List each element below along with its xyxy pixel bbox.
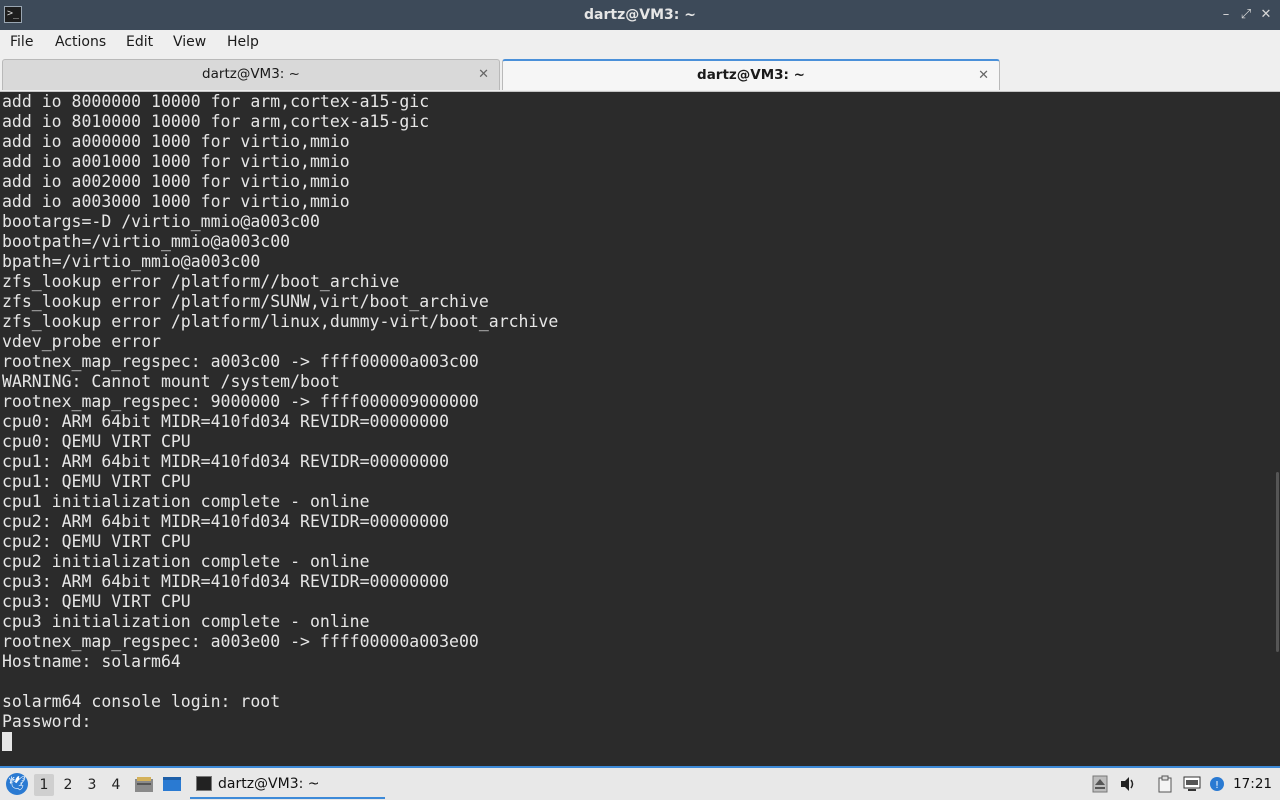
file-manager-icon[interactable] xyxy=(134,774,154,794)
menu-view[interactable]: View xyxy=(173,30,206,57)
terminal-line: add io 8010000 10000 for arm,cortex-a15-… xyxy=(2,112,430,131)
clipboard-icon[interactable] xyxy=(1156,775,1174,793)
menu-bar: File Actions Edit View Help xyxy=(0,30,1280,57)
start-menu-icon[interactable]: 🕊 xyxy=(6,773,28,795)
terminal-line: Hostname: solarm64 xyxy=(2,652,181,671)
window-title: dartz@VM3: ~ xyxy=(584,7,696,23)
terminal-line: cpu1 initialization complete - online xyxy=(2,492,370,511)
terminal-line: zfs_lookup error /platform/SUNW,virt/boo… xyxy=(2,292,489,311)
terminal-line: bootpath=/virtio_mmio@a003c00 xyxy=(2,232,291,251)
terminal-line: bpath=/virtio_mmio@a003c00 xyxy=(2,252,261,271)
terminal-task-icon xyxy=(196,776,212,791)
terminal-line: rootnex_map_regspec: a003c00 -> ffff0000… xyxy=(2,352,479,371)
menu-file[interactable]: File xyxy=(10,30,33,57)
terminal-line: bootargs=-D /virtio_mmio@a003c00 xyxy=(2,212,320,231)
menu-actions[interactable]: Actions xyxy=(55,30,106,57)
tab-close-icon[interactable]: ✕ xyxy=(478,60,489,89)
workspace-1[interactable]: 1 xyxy=(34,774,54,796)
terminal-line: rootnex_map_regspec: a003e00 -> ffff0000… xyxy=(2,632,479,651)
volume-icon[interactable] xyxy=(1119,775,1137,793)
terminal-line: rootnex_map_regspec: 9000000 -> ffff0000… xyxy=(2,392,479,411)
terminal-line: cpu3: QEMU VIRT CPU xyxy=(2,592,191,611)
terminal-line: add io a002000 1000 for virtio,mmio xyxy=(2,172,350,191)
terminal-line: cpu0: QEMU VIRT CPU xyxy=(2,432,191,451)
terminal-line: add io 8000000 10000 for arm,cortex-a15-… xyxy=(2,92,430,111)
tab-terminal-1[interactable]: dartz@VM3: ~ ✕ xyxy=(2,59,500,90)
terminal-scrollbar[interactable] xyxy=(1274,92,1280,766)
workspace-2[interactable]: 2 xyxy=(58,774,78,796)
terminal-line: zfs_lookup error /platform/linux,dummy-v… xyxy=(2,312,559,331)
terminal-output[interactable]: add io 8000000 10000 for arm,cortex-a15-… xyxy=(0,92,1280,766)
workspace-3[interactable]: 3 xyxy=(82,774,102,796)
taskbar: 🕊 1 2 3 4 dartz@VM3: ~ ! 17:21 xyxy=(0,766,1280,800)
task-label: dartz@VM3: ~ xyxy=(218,776,320,792)
terminal-line: cpu2: ARM 64bit MIDR=410fd034 REVIDR=000… xyxy=(2,512,450,531)
terminal-line: vdev_probe error xyxy=(2,332,161,351)
terminal-line: cpu3 initialization complete - online xyxy=(2,612,370,631)
terminal-line: cpu0: ARM 64bit MIDR=410fd034 REVIDR=000… xyxy=(2,412,450,431)
eject-icon[interactable] xyxy=(1091,775,1109,793)
workspace-4[interactable]: 4 xyxy=(106,774,126,796)
scrollbar-thumb[interactable] xyxy=(1276,472,1279,652)
show-desktop-icon[interactable] xyxy=(162,774,182,794)
terminal-line: cpu2 initialization complete - online xyxy=(2,552,370,571)
maximize-icon[interactable]: ⤢ xyxy=(1238,7,1254,23)
minimize-icon[interactable]: – xyxy=(1218,7,1234,23)
text-cursor xyxy=(2,732,12,751)
update-notifier-icon[interactable]: ! xyxy=(1208,775,1226,793)
network-icon[interactable] xyxy=(1183,775,1201,793)
menu-edit[interactable]: Edit xyxy=(126,30,153,57)
taskbar-task-terminal[interactable]: dartz@VM3: ~ xyxy=(190,769,385,799)
tab-bar: dartz@VM3: ~ ✕ dartz@VM3: ~ ✕ xyxy=(0,57,1280,92)
terminal-line: add io a001000 1000 for virtio,mmio xyxy=(2,152,350,171)
terminal-line: Password: xyxy=(2,712,92,731)
svg-text:!: ! xyxy=(1215,780,1219,791)
terminal-line: cpu1: QEMU VIRT CPU xyxy=(2,472,191,491)
close-icon[interactable]: ✕ xyxy=(1258,7,1274,23)
clock[interactable]: 17:21 xyxy=(1233,768,1272,800)
tab-terminal-2[interactable]: dartz@VM3: ~ ✕ xyxy=(502,59,1000,90)
terminal-lines: add io 8000000 10000 for arm,cortex-a15-… xyxy=(2,92,558,732)
tab-close-icon[interactable]: ✕ xyxy=(978,61,989,90)
tab-label: dartz@VM3: ~ xyxy=(697,67,805,83)
window-titlebar[interactable]: >_ dartz@VM3: ~ – ⤢ ✕ xyxy=(0,0,1280,31)
terminal-line: add io a003000 1000 for virtio,mmio xyxy=(2,192,350,211)
tab-label: dartz@VM3: ~ xyxy=(202,66,300,82)
terminal-line: cpu3: ARM 64bit MIDR=410fd034 REVIDR=000… xyxy=(2,572,450,591)
terminal-line: solarm64 console login: root xyxy=(2,692,281,711)
terminal-line: zfs_lookup error /platform//boot_archive xyxy=(2,272,400,291)
terminal-line: add io a000000 1000 for virtio,mmio xyxy=(2,132,350,151)
terminal-line: WARNING: Cannot mount /system/boot xyxy=(2,372,340,391)
terminal-line: cpu2: QEMU VIRT CPU xyxy=(2,532,191,551)
menu-help[interactable]: Help xyxy=(227,30,259,57)
terminal-line: cpu1: ARM 64bit MIDR=410fd034 REVIDR=000… xyxy=(2,452,450,471)
